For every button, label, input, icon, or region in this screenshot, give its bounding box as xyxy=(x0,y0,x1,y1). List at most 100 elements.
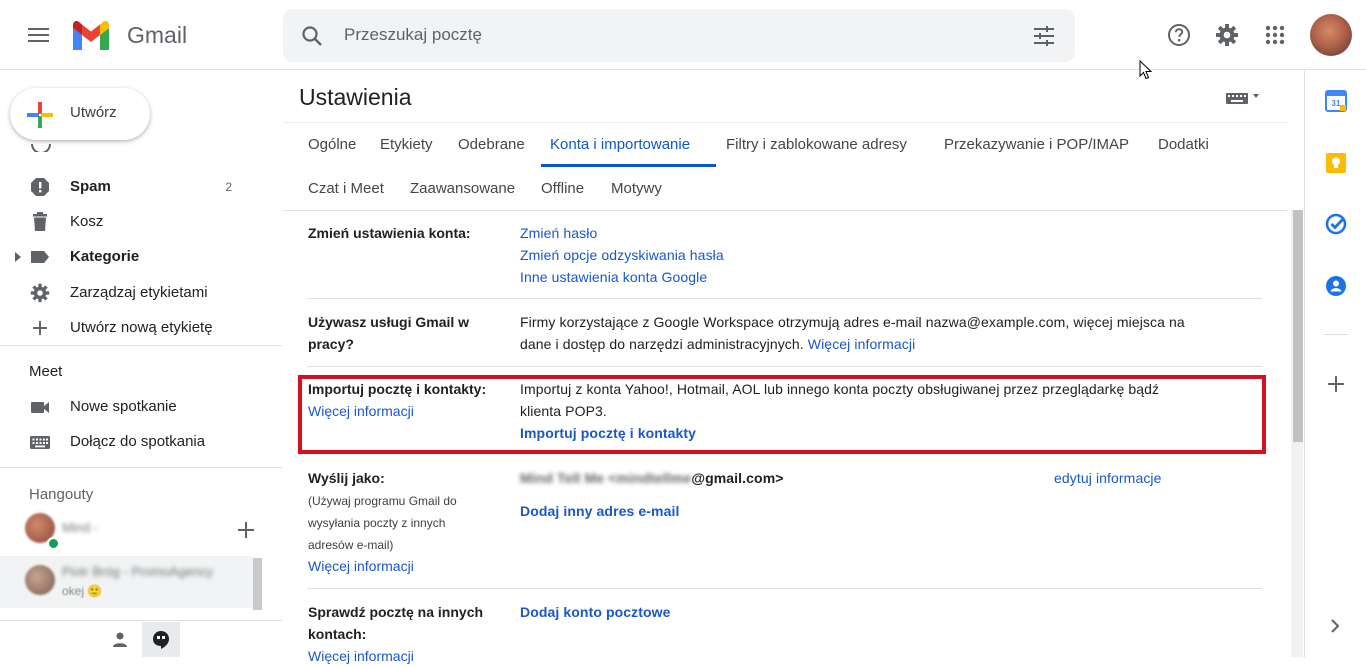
nav-item-categories[interactable]: Kategorie xyxy=(0,241,270,273)
tab-chat-meet[interactable]: Czat i Meet xyxy=(308,180,384,197)
send-as-subtext: (Używaj programu Gmail do xyxy=(308,494,457,508)
compose-label: Utwórz xyxy=(70,104,117,121)
workspace-more-info-link[interactable]: Więcej informacji xyxy=(808,336,916,352)
hamburger-menu-icon xyxy=(28,28,49,42)
send-as-address: Mind Tell Me <mindtellme@gmail.com> xyxy=(520,467,784,489)
blurred-address: Mind Tell Me <mindtellme xyxy=(520,470,692,486)
change-password-link[interactable]: Zmień hasło xyxy=(520,222,597,244)
nav-item-spam[interactable]: Spam 2 xyxy=(0,171,270,203)
app-name: Gmail xyxy=(127,22,188,48)
label-icon xyxy=(30,247,50,267)
account-avatar[interactable] xyxy=(1310,14,1352,56)
main-menu-button[interactable] xyxy=(24,20,54,50)
title-divider xyxy=(283,122,1287,123)
contacts-icon[interactable] xyxy=(1325,275,1347,297)
tab-general[interactable]: Ogólne xyxy=(308,136,356,153)
tasks-icon[interactable] xyxy=(1325,213,1347,235)
search-input[interactable] xyxy=(344,22,1004,48)
row-divider xyxy=(307,588,1262,589)
check-mail-label-cont: kontach: xyxy=(308,626,367,642)
gmail-logo-icon[interactable] xyxy=(70,20,112,52)
trash-icon xyxy=(30,212,50,232)
send-as-subtext: adresów e-mail) xyxy=(308,538,394,552)
tab-filters[interactable]: Filtry i zablokowane adresy xyxy=(726,136,907,153)
meet-join-meeting[interactable]: Dołącz do spotkania xyxy=(0,426,270,458)
expand-panel-chevron-icon[interactable] xyxy=(1329,618,1341,634)
tab-inbox[interactable]: Odebrane xyxy=(458,136,525,153)
contacts-person-icon[interactable] xyxy=(111,631,129,649)
keyboard-icon xyxy=(30,432,50,452)
tab-offline[interactable]: Offline xyxy=(541,180,584,197)
mouse-cursor-icon xyxy=(1139,60,1153,80)
nav-divider xyxy=(0,345,282,346)
expand-arrow-icon[interactable] xyxy=(14,252,22,262)
spam-icon xyxy=(30,177,50,197)
contact-name: Piotr Bróg - PromoAgency xyxy=(62,564,214,579)
calendar-icon[interactable]: 31 xyxy=(1325,90,1347,112)
tab-forwarding-pop-imap[interactable]: Przekazywanie i POP/IMAP xyxy=(944,136,1129,153)
nav-item-label: Kategorie xyxy=(70,248,140,265)
hangouts-section-title: Hangouty xyxy=(29,486,94,503)
nav-item-label: Dołącz do spotkania xyxy=(70,433,206,450)
settings-gear-icon[interactable] xyxy=(1215,23,1239,47)
send-as-label: Wyślij jako: xyxy=(308,470,385,486)
google-account-settings-link[interactable]: Inne ustawienia konta Google xyxy=(520,266,707,288)
hangouts-contact[interactable]: Mind - xyxy=(0,508,260,552)
input-tools-keyboard-icon[interactable] xyxy=(1226,90,1262,106)
scrolled-nav-item-icon xyxy=(30,144,52,152)
meet-section-title: Meet xyxy=(29,363,63,380)
hangouts-scrollbar[interactable] xyxy=(253,558,262,610)
meet-new-meeting[interactable]: Nowe spotkanie xyxy=(0,391,270,423)
nav-item-label: Spam xyxy=(70,178,111,195)
send-as-more-info-link[interactable]: Więcej informacji xyxy=(308,555,414,577)
change-account-label: Zmień ustawienia konta: xyxy=(308,225,471,241)
tab-advanced[interactable]: Zaawansowane xyxy=(410,180,515,197)
tab-addons[interactable]: Dodatki xyxy=(1158,136,1209,153)
hangouts-contact[interactable]: Piotr Bróg - PromoAgency okej 🙂 xyxy=(0,556,253,608)
online-status-dot xyxy=(47,537,60,550)
help-icon[interactable] xyxy=(1167,23,1191,47)
workspace-text-line2: dane i dostęp do narzędzi administracyjn… xyxy=(520,336,804,352)
nav-item-label: Utwórz nową etykietę xyxy=(70,319,213,336)
nav-item-label: Nowe spotkanie xyxy=(70,398,177,415)
check-mail-label: Sprawdź pocztę na innych xyxy=(308,604,484,620)
hangouts-quote-icon xyxy=(153,631,169,649)
main-scrollbar-thumb[interactable] xyxy=(1293,210,1303,442)
side-panel-divider xyxy=(1324,334,1348,335)
nav-item-label: Kosz xyxy=(70,213,104,230)
contact-name: Mind - xyxy=(62,520,99,535)
left-bottom-bar xyxy=(0,620,282,657)
keep-icon[interactable] xyxy=(1325,152,1347,174)
add-address-link[interactable]: Dodaj inny adres e-mail xyxy=(520,500,679,522)
nav-item-label: Zarządzaj etykietami xyxy=(70,284,208,301)
edit-info-link[interactable]: edytuj informacje xyxy=(1054,467,1162,489)
search-icon[interactable] xyxy=(300,24,324,48)
hangouts-tab[interactable] xyxy=(142,622,180,657)
video-icon xyxy=(30,397,50,417)
contact-avatar xyxy=(25,565,55,595)
nav-item-manage-labels[interactable]: Zarządzaj etykietami xyxy=(0,277,270,309)
svg-text:31: 31 xyxy=(1332,99,1341,108)
row-divider xyxy=(307,366,1262,367)
plus-icon xyxy=(30,318,50,338)
add-hangout-icon[interactable] xyxy=(236,520,256,540)
tab-labels[interactable]: Etykiety xyxy=(380,136,433,153)
change-recovery-link[interactable]: Zmień opcje odzyskiwania hasła xyxy=(520,244,724,266)
tab-themes[interactable]: Motywy xyxy=(611,180,662,197)
workspace-label: Używasz usługi Gmail w xyxy=(308,314,470,330)
add-mail-account-link[interactable]: Dodaj konto pocztowe xyxy=(520,601,671,623)
workspace-label-cont: pracy? xyxy=(308,336,354,352)
highlight-box xyxy=(298,375,1266,454)
nav-item-trash[interactable]: Kosz xyxy=(0,206,270,238)
nav-item-create-label[interactable]: Utwórz nową etykietę xyxy=(0,312,270,344)
tab-accounts-import[interactable]: Konta i importowanie xyxy=(550,136,690,153)
send-as-subtext: wysyłania poczty z innych xyxy=(308,516,446,530)
page-title: Ustawienia xyxy=(299,84,412,110)
check-mail-more-info-link[interactable]: Więcej informacji xyxy=(308,645,414,667)
compose-plus-icon xyxy=(26,101,54,129)
get-addons-plus-icon[interactable] xyxy=(1327,375,1345,393)
search-options-icon[interactable] xyxy=(1032,24,1056,48)
gear-icon xyxy=(30,283,50,303)
workspace-text: Firmy korzystające z Google Workspace ot… xyxy=(520,314,1185,330)
google-apps-icon[interactable] xyxy=(1265,25,1285,45)
